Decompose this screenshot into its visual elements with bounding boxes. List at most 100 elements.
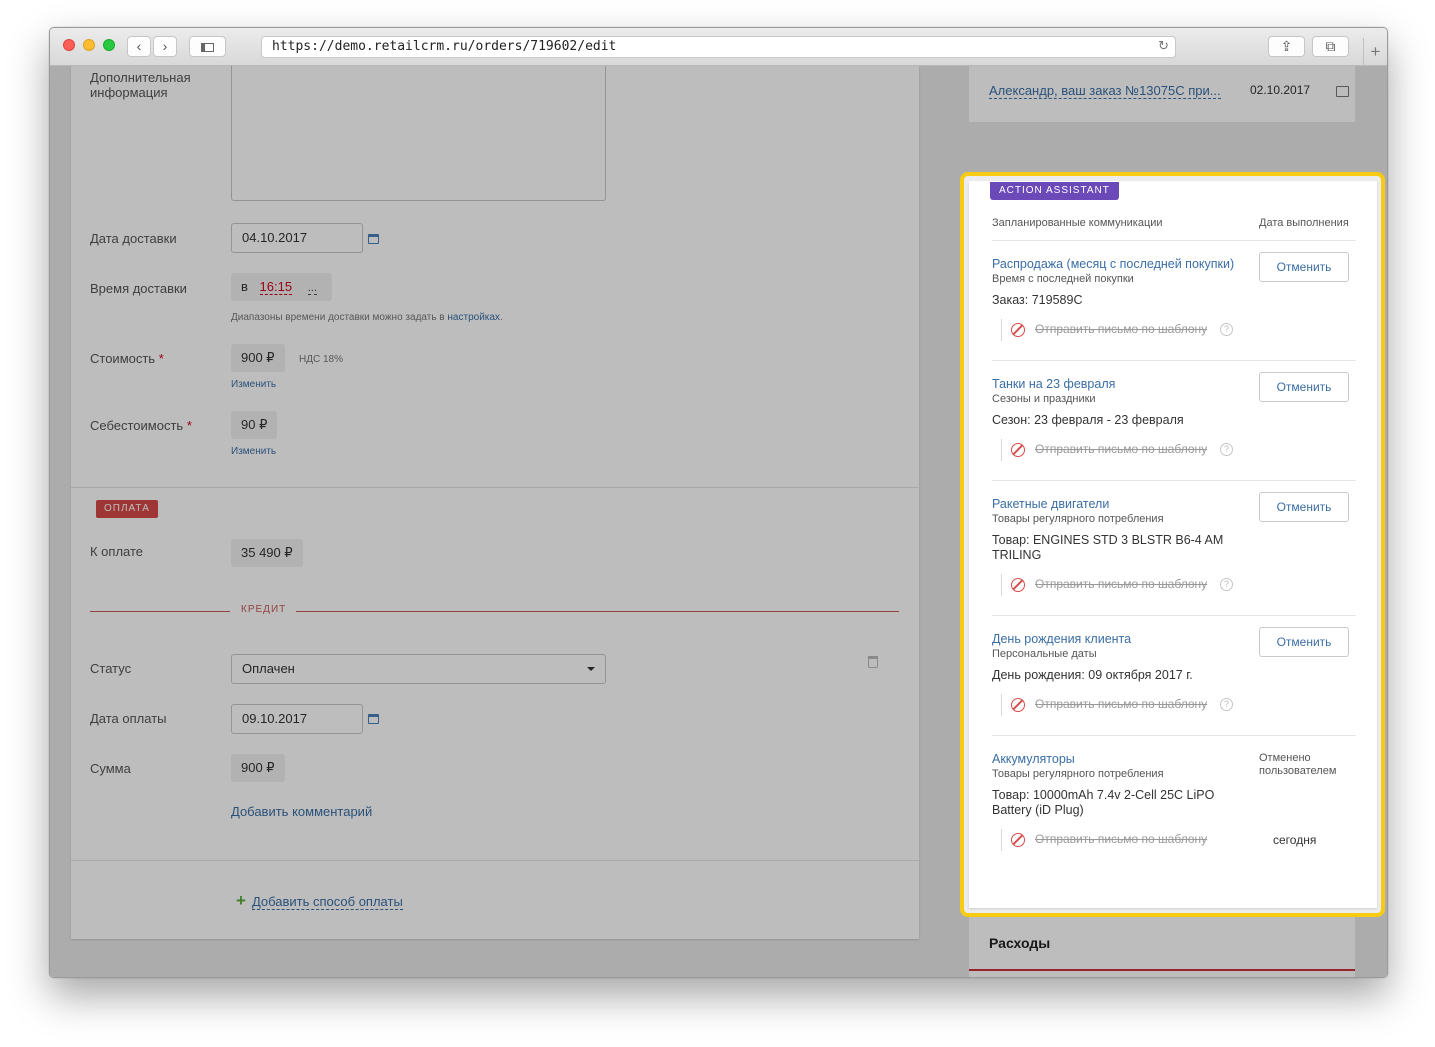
credit-line-left — [90, 611, 230, 612]
add-comment-link[interactable]: Добавить комментарий — [231, 804, 372, 819]
expenses-underline — [969, 969, 1355, 971]
communication-action: Отправить письмо по шаблону ? — [1001, 694, 1233, 716]
delivery-date-label: Дата доставки — [90, 231, 177, 246]
cancel-button[interactable]: Отменить — [1259, 492, 1349, 522]
delivery-date-input[interactable]: 04.10.2017 — [231, 223, 363, 253]
payment-section-badge: ОПЛАТА — [96, 500, 158, 518]
browser-toolbar: ‹ › https://demo.retailcrm.ru/orders/719… — [50, 28, 1387, 66]
chevron-down-icon — [587, 667, 595, 671]
communication-title[interactable]: Ракетные двигатели — [992, 497, 1109, 511]
help-icon[interactable]: ? — [1220, 578, 1233, 591]
action-assistant-card: ACTION ASSISTANT Запланированные коммуни… — [969, 181, 1377, 908]
self-cost-value[interactable]: 90 ₽ — [231, 411, 278, 439]
calendar-icon[interactable] — [368, 714, 379, 724]
share-icon: ⇪ — [1280, 38, 1293, 54]
action-label: Отправить письмо по шаблону — [1035, 697, 1208, 711]
cancel-button[interactable]: Отменить — [1259, 252, 1349, 282]
row-separator — [992, 735, 1356, 736]
self-cost-change-link[interactable]: Изменить — [231, 446, 276, 457]
forward-icon: › — [162, 38, 168, 54]
status-label: Статус — [90, 661, 132, 676]
settings-link[interactable]: настройках — [447, 312, 500, 323]
reload-icon[interactable]: ↻ — [1158, 38, 1169, 54]
help-icon[interactable]: ? — [1220, 323, 1233, 336]
zoom-window-button[interactable] — [103, 39, 115, 51]
communication-title[interactable]: День рождения клиента — [992, 632, 1131, 646]
communication-subtitle: Товары регулярного потребления — [992, 768, 1164, 780]
letter-date: 02.10.2017 — [1250, 83, 1311, 97]
column-planned-header: Запланированные коммуникации — [992, 217, 1163, 229]
expenses-title[interactable]: Расходы — [989, 935, 1050, 951]
communication-value: Сезон: 23 февраля - 23 февраля — [992, 413, 1184, 427]
communication-subtitle: Товары регулярного потребления — [992, 513, 1164, 525]
section-divider — [71, 860, 919, 861]
to-pay-value: 35 490 ₽ — [231, 539, 303, 567]
address-bar[interactable]: https://demo.retailcrm.ru/orders/719602/… — [261, 36, 1176, 58]
to-pay-label: К оплате — [90, 544, 144, 559]
cost-label: Стоимость * — [90, 351, 164, 366]
letter-link[interactable]: Александр, ваш заказ №13075С при... — [989, 83, 1221, 99]
communication-title[interactable]: Распродажа (месяц с последней покупки) — [992, 257, 1234, 271]
communication-value: Товар: ENGINES STD 3 BLSTR B6-4 AM TRILI… — [992, 533, 1224, 562]
delivery-time-label: Время доставки — [90, 281, 187, 296]
required-mark: * — [186, 418, 192, 433]
row-separator — [992, 360, 1356, 361]
payment-status-select[interactable]: Оплачен — [231, 654, 606, 684]
communication-value: Товар: 10000mAh 7.4v 2-Cell 25C LiPO Bat… — [992, 788, 1215, 817]
help-icon[interactable]: ? — [1220, 443, 1233, 456]
time-prefix: в — [241, 279, 248, 294]
communication-action: Отправить письмо по шаблону ? — [1001, 574, 1233, 596]
back-button[interactable]: ‹ — [127, 36, 151, 57]
cost-change-link[interactable]: Изменить — [231, 379, 276, 390]
delivery-time-value[interactable]: 16:15 — [259, 279, 293, 295]
back-icon: ‹ — [136, 38, 142, 54]
row-separator — [992, 240, 1356, 241]
row-separator — [992, 615, 1356, 616]
trash-icon[interactable] — [868, 656, 878, 668]
share-button[interactable]: ⇪ — [1268, 36, 1305, 57]
communication-title[interactable]: Танки на 23 февраля — [992, 377, 1115, 391]
credit-line-right — [296, 611, 899, 612]
communication-action: Отправить письмо по шаблону ? — [1001, 319, 1233, 341]
url-text: https://demo.retailcrm.ru/orders/719602/… — [272, 39, 617, 54]
letters-card: Александр, ваш заказ №13075С при... 02.1… — [969, 66, 1355, 122]
cancel-button[interactable]: Отменить — [1259, 627, 1349, 657]
time-ranges-hint: Диапазоны времени доставки можно задать … — [231, 312, 503, 323]
communication-action: Отправить письмо по шаблону сегодня — [1001, 829, 1316, 851]
delivery-time-to[interactable]: ... — [307, 282, 317, 295]
help-icon[interactable]: ? — [1220, 698, 1233, 711]
browser-window: ‹ › https://demo.retailcrm.ru/orders/719… — [49, 27, 1388, 978]
delivery-time-field[interactable]: в 16:15 ... — [231, 273, 332, 301]
action-assistant-highlight: ACTION ASSISTANT Запланированные коммуни… — [960, 172, 1385, 917]
show-tabs-button[interactable]: ⧉ — [1312, 36, 1349, 57]
add-payment-method-link[interactable]: + Добавить способ оплаты — [236, 891, 403, 911]
new-tab-button[interactable]: + — [1363, 38, 1387, 65]
plus-icon: + — [1370, 42, 1381, 61]
close-window-button[interactable] — [63, 39, 75, 51]
action-label: Отправить письмо по шаблону — [1035, 322, 1208, 336]
communication-action: Отправить письмо по шаблону ? — [1001, 439, 1233, 461]
page-content: Дополнительная информация Дата доставки … — [50, 66, 1387, 977]
communication-subtitle: Время с последней покупки — [992, 273, 1134, 285]
column-date-header: Дата выполнения — [1259, 217, 1349, 229]
pay-date-input[interactable]: 09.10.2017 — [231, 704, 363, 734]
required-mark: * — [158, 351, 164, 366]
action-label: Отправить письмо по шаблону — [1035, 442, 1208, 456]
row-separator — [992, 480, 1356, 481]
cost-value[interactable]: 900 ₽ — [231, 344, 285, 372]
minimize-window-button[interactable] — [83, 39, 95, 51]
communication-when: сегодня — [1273, 833, 1317, 847]
extra-info-label: Дополнительная информация — [90, 70, 191, 100]
sum-value[interactable]: 900 ₽ — [231, 754, 285, 782]
action-assistant-badge: ACTION ASSISTANT — [990, 182, 1119, 200]
forward-button[interactable]: › — [153, 36, 177, 57]
communication-subtitle: Сезоны и праздники — [992, 393, 1096, 405]
extra-info-textarea[interactable] — [231, 66, 606, 201]
communication-title[interactable]: Аккумуляторы — [992, 752, 1075, 766]
sidebar-toggle-button[interactable] — [189, 36, 226, 57]
calendar-icon[interactable] — [368, 234, 379, 244]
cancel-button[interactable]: Отменить — [1259, 372, 1349, 402]
communication-value: День рождения: 09 октября 2017 г. — [992, 668, 1193, 682]
ban-icon — [1011, 698, 1025, 712]
tabs-icon: ⧉ — [1325, 38, 1336, 54]
